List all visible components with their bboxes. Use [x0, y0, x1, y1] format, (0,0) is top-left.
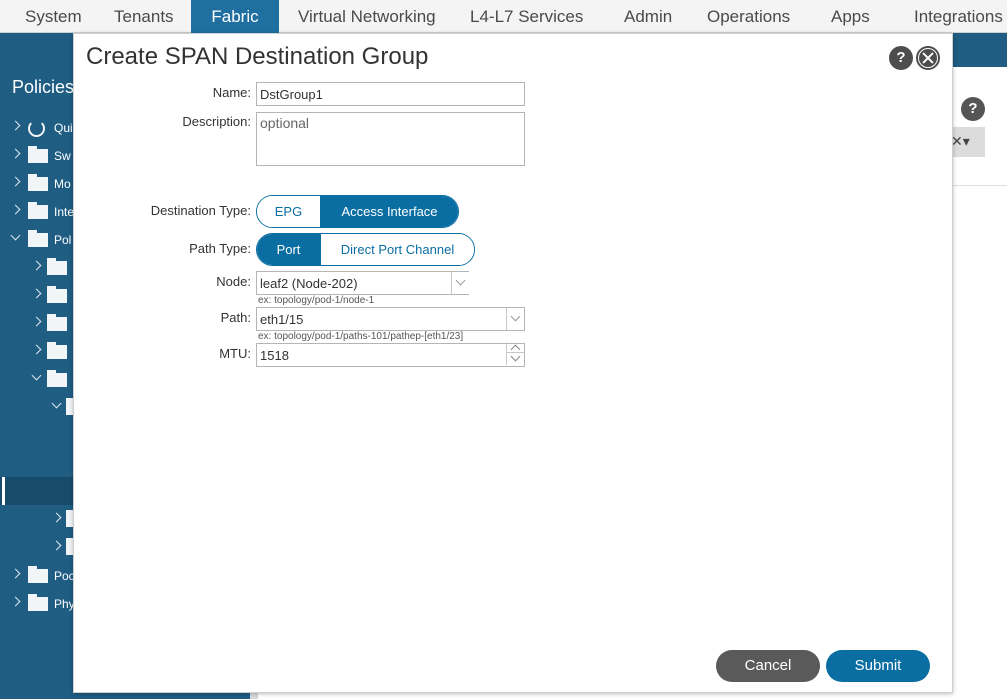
destination-type-label: Destination Type: — [150, 203, 251, 218]
tab-tenants[interactable]: Tenants — [114, 0, 174, 33]
mtu-label: MTU: — [219, 346, 251, 361]
folder-icon — [47, 286, 67, 303]
tab-apps[interactable]: Apps — [831, 0, 870, 33]
node-dropdown-chevron-icon[interactable] — [451, 272, 469, 294]
description-input[interactable] — [256, 112, 525, 166]
sidebar-item-label: Phy — [54, 597, 75, 611]
chevron-right-icon[interactable] — [10, 568, 21, 579]
folder-icon — [47, 342, 67, 359]
sidebar-item-label: Poc — [54, 569, 75, 583]
folder-icon — [28, 202, 48, 219]
chevron-right-icon[interactable] — [31, 260, 42, 271]
chevron-right-icon[interactable] — [10, 204, 21, 215]
chevron-right-icon[interactable] — [10, 596, 21, 607]
folder-icon — [47, 258, 67, 275]
node-hint: ex: topology/pod-1/node-1 — [258, 295, 375, 306]
node-select[interactable] — [256, 271, 469, 295]
sidebar-item-label: Mo — [54, 177, 71, 191]
tab-virtual-networking[interactable]: Virtual Networking — [298, 0, 436, 33]
destination-type-access-interface[interactable]: Access Interface — [320, 196, 458, 227]
cancel-button[interactable]: Cancel — [716, 650, 820, 682]
background-help-icon[interactable]: ? — [961, 97, 985, 121]
folder-icon — [28, 174, 48, 191]
content-header-strip — [950, 33, 1007, 67]
folder-icon — [28, 566, 48, 583]
path-type-label: Path Type: — [189, 241, 251, 256]
tab-fabric[interactable]: Fabric — [191, 0, 279, 33]
path-type-direct-port-channel[interactable]: Direct Port Channel — [320, 234, 474, 265]
chevron-right-icon[interactable] — [10, 120, 21, 131]
tab-operations[interactable]: Operations — [707, 0, 790, 33]
sidebar-item-label: Sw — [54, 149, 71, 163]
folder-icon — [28, 230, 48, 247]
folder-icon — [28, 146, 48, 163]
mtu-input[interactable] — [256, 343, 525, 367]
node-label: Node: — [216, 274, 251, 289]
path-hint: ex: topology/pod-1/paths-101/pathep-[eth… — [258, 331, 464, 342]
quick-start-icon — [28, 120, 45, 137]
folder-icon — [28, 594, 48, 611]
path-type-port[interactable]: Port — [257, 234, 320, 265]
close-icon-ring — [918, 48, 938, 68]
chevron-down-icon[interactable] — [31, 370, 42, 381]
mtu-stepper — [506, 342, 524, 365]
dialog-title: Create SPAN Destination Group — [86, 43, 429, 70]
path-label: Path: — [220, 310, 251, 325]
tools-icon: ✕▾ — [951, 133, 970, 149]
path-dropdown-chevron-icon[interactable] — [506, 308, 524, 330]
tab-integrations[interactable]: Integrations — [914, 0, 1003, 33]
tab-system[interactable]: System — [25, 0, 82, 33]
destination-type-selector: EPG Access Interface — [256, 195, 459, 228]
chevron-down-icon[interactable] — [51, 398, 62, 409]
description-label: Description: — [182, 114, 251, 129]
top-navigation: System Tenants Fabric Virtual Networking… — [0, 0, 1007, 33]
chevron-right-icon[interactable] — [31, 316, 42, 327]
sidebar-item-label: Pol — [54, 233, 72, 247]
destination-type-epg[interactable]: EPG — [257, 196, 320, 227]
chevron-right-icon[interactable] — [31, 344, 42, 355]
path-select[interactable] — [256, 307, 525, 331]
path-type-selector: Port Direct Port Channel — [256, 233, 475, 266]
chevron-right-icon[interactable] — [31, 288, 42, 299]
sidebar-item-label: Inte — [54, 205, 75, 219]
chevron-right-icon[interactable] — [10, 176, 21, 187]
sidebar-title: Policies — [12, 77, 75, 97]
mtu-decrement-icon[interactable] — [507, 353, 524, 364]
submit-button[interactable]: Submit — [826, 650, 930, 682]
chevron-right-icon[interactable] — [10, 148, 21, 159]
folder-icon — [47, 370, 67, 387]
tab-admin[interactable]: Admin — [624, 0, 672, 33]
close-icon[interactable] — [916, 46, 940, 70]
name-label: Name: — [212, 85, 251, 100]
sidebar-item-label: Qui — [54, 121, 73, 135]
help-icon[interactable]: ? — [889, 46, 913, 70]
name-input[interactable] — [256, 82, 525, 106]
folder-icon — [47, 314, 67, 331]
chevron-down-icon[interactable] — [10, 230, 21, 241]
chevron-right-icon[interactable] — [51, 512, 62, 523]
chevron-right-icon[interactable] — [51, 540, 62, 551]
tab-l4-l7-services[interactable]: L4-L7 Services — [470, 0, 583, 33]
